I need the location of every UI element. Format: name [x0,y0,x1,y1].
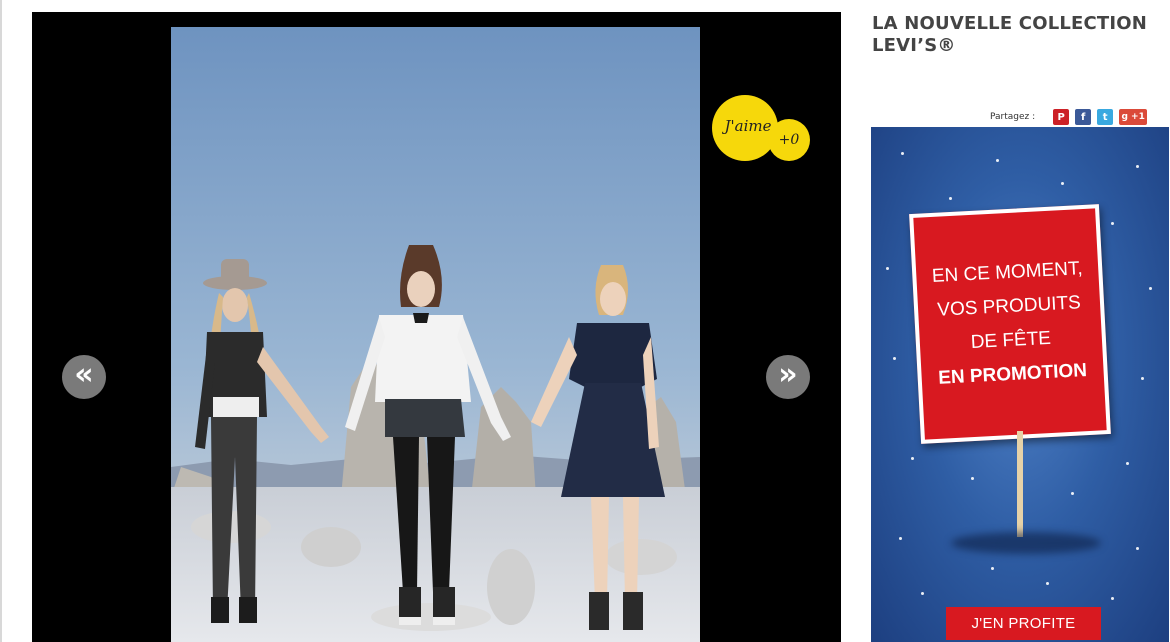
like-label: J'aime [724,117,772,135]
sign-shadow [951,532,1101,554]
google-plus-icon[interactable]: g +1 [1119,109,1148,125]
star-decoration [1136,547,1139,550]
photo-slideshow: « » J'aime +0 [32,12,841,642]
sign-stick [1017,431,1023,537]
star-decoration [1111,222,1114,225]
pinterest-icon[interactable]: P [1053,109,1070,125]
promo-banner-ad[interactable]: EN CE MOMENT, VOS PRODUITS DE FÊTE EN PR… [871,127,1169,642]
fashion-photo-illustration [171,27,700,642]
share-label: Partagez : [990,112,1036,122]
promo-line-3: DE FÊTE [970,327,1052,354]
sidebar-title: LA NOUVELLE COLLECTION LEVI’S® [872,13,1148,56]
star-decoration [893,357,896,360]
previous-slide-button[interactable]: « [62,355,106,399]
like-count-badge: +0 [768,119,810,161]
star-decoration [1141,377,1144,380]
star-decoration [911,457,914,460]
promo-line-2: VOS PRODUITS [936,292,1082,321]
star-decoration [1111,597,1114,600]
promo-cta-button[interactable]: J'EN PROFITE [946,607,1101,640]
star-decoration [1126,462,1129,465]
star-decoration [949,197,952,200]
slideshow-photo [171,27,700,642]
twitter-icon[interactable]: t [1097,109,1114,125]
star-decoration [1136,165,1139,168]
star-decoration [1046,582,1049,585]
star-decoration [901,152,904,155]
promo-sign: EN CE MOMENT, VOS PRODUITS DE FÊTE EN PR… [909,204,1111,444]
star-decoration [996,159,999,162]
next-slide-button[interactable]: » [766,355,810,399]
star-decoration [991,567,994,570]
previous-arrow-icon: « [74,357,94,392]
like-badge[interactable]: J'aime [712,95,778,161]
next-arrow-icon: » [778,357,798,392]
like-count: +0 [778,132,800,148]
star-decoration [1149,287,1152,290]
page-left-border [0,0,2,642]
star-decoration [1071,492,1074,495]
star-decoration [921,592,924,595]
star-decoration [886,267,889,270]
promo-line-4: EN PROMOTION [937,360,1088,389]
star-decoration [899,537,902,540]
facebook-icon[interactable]: f [1075,109,1092,125]
share-bar: Partagez : P f t g +1 [990,108,1148,126]
star-decoration [971,477,974,480]
star-decoration [1061,182,1064,185]
like-button[interactable]: J'aime +0 [712,95,812,165]
